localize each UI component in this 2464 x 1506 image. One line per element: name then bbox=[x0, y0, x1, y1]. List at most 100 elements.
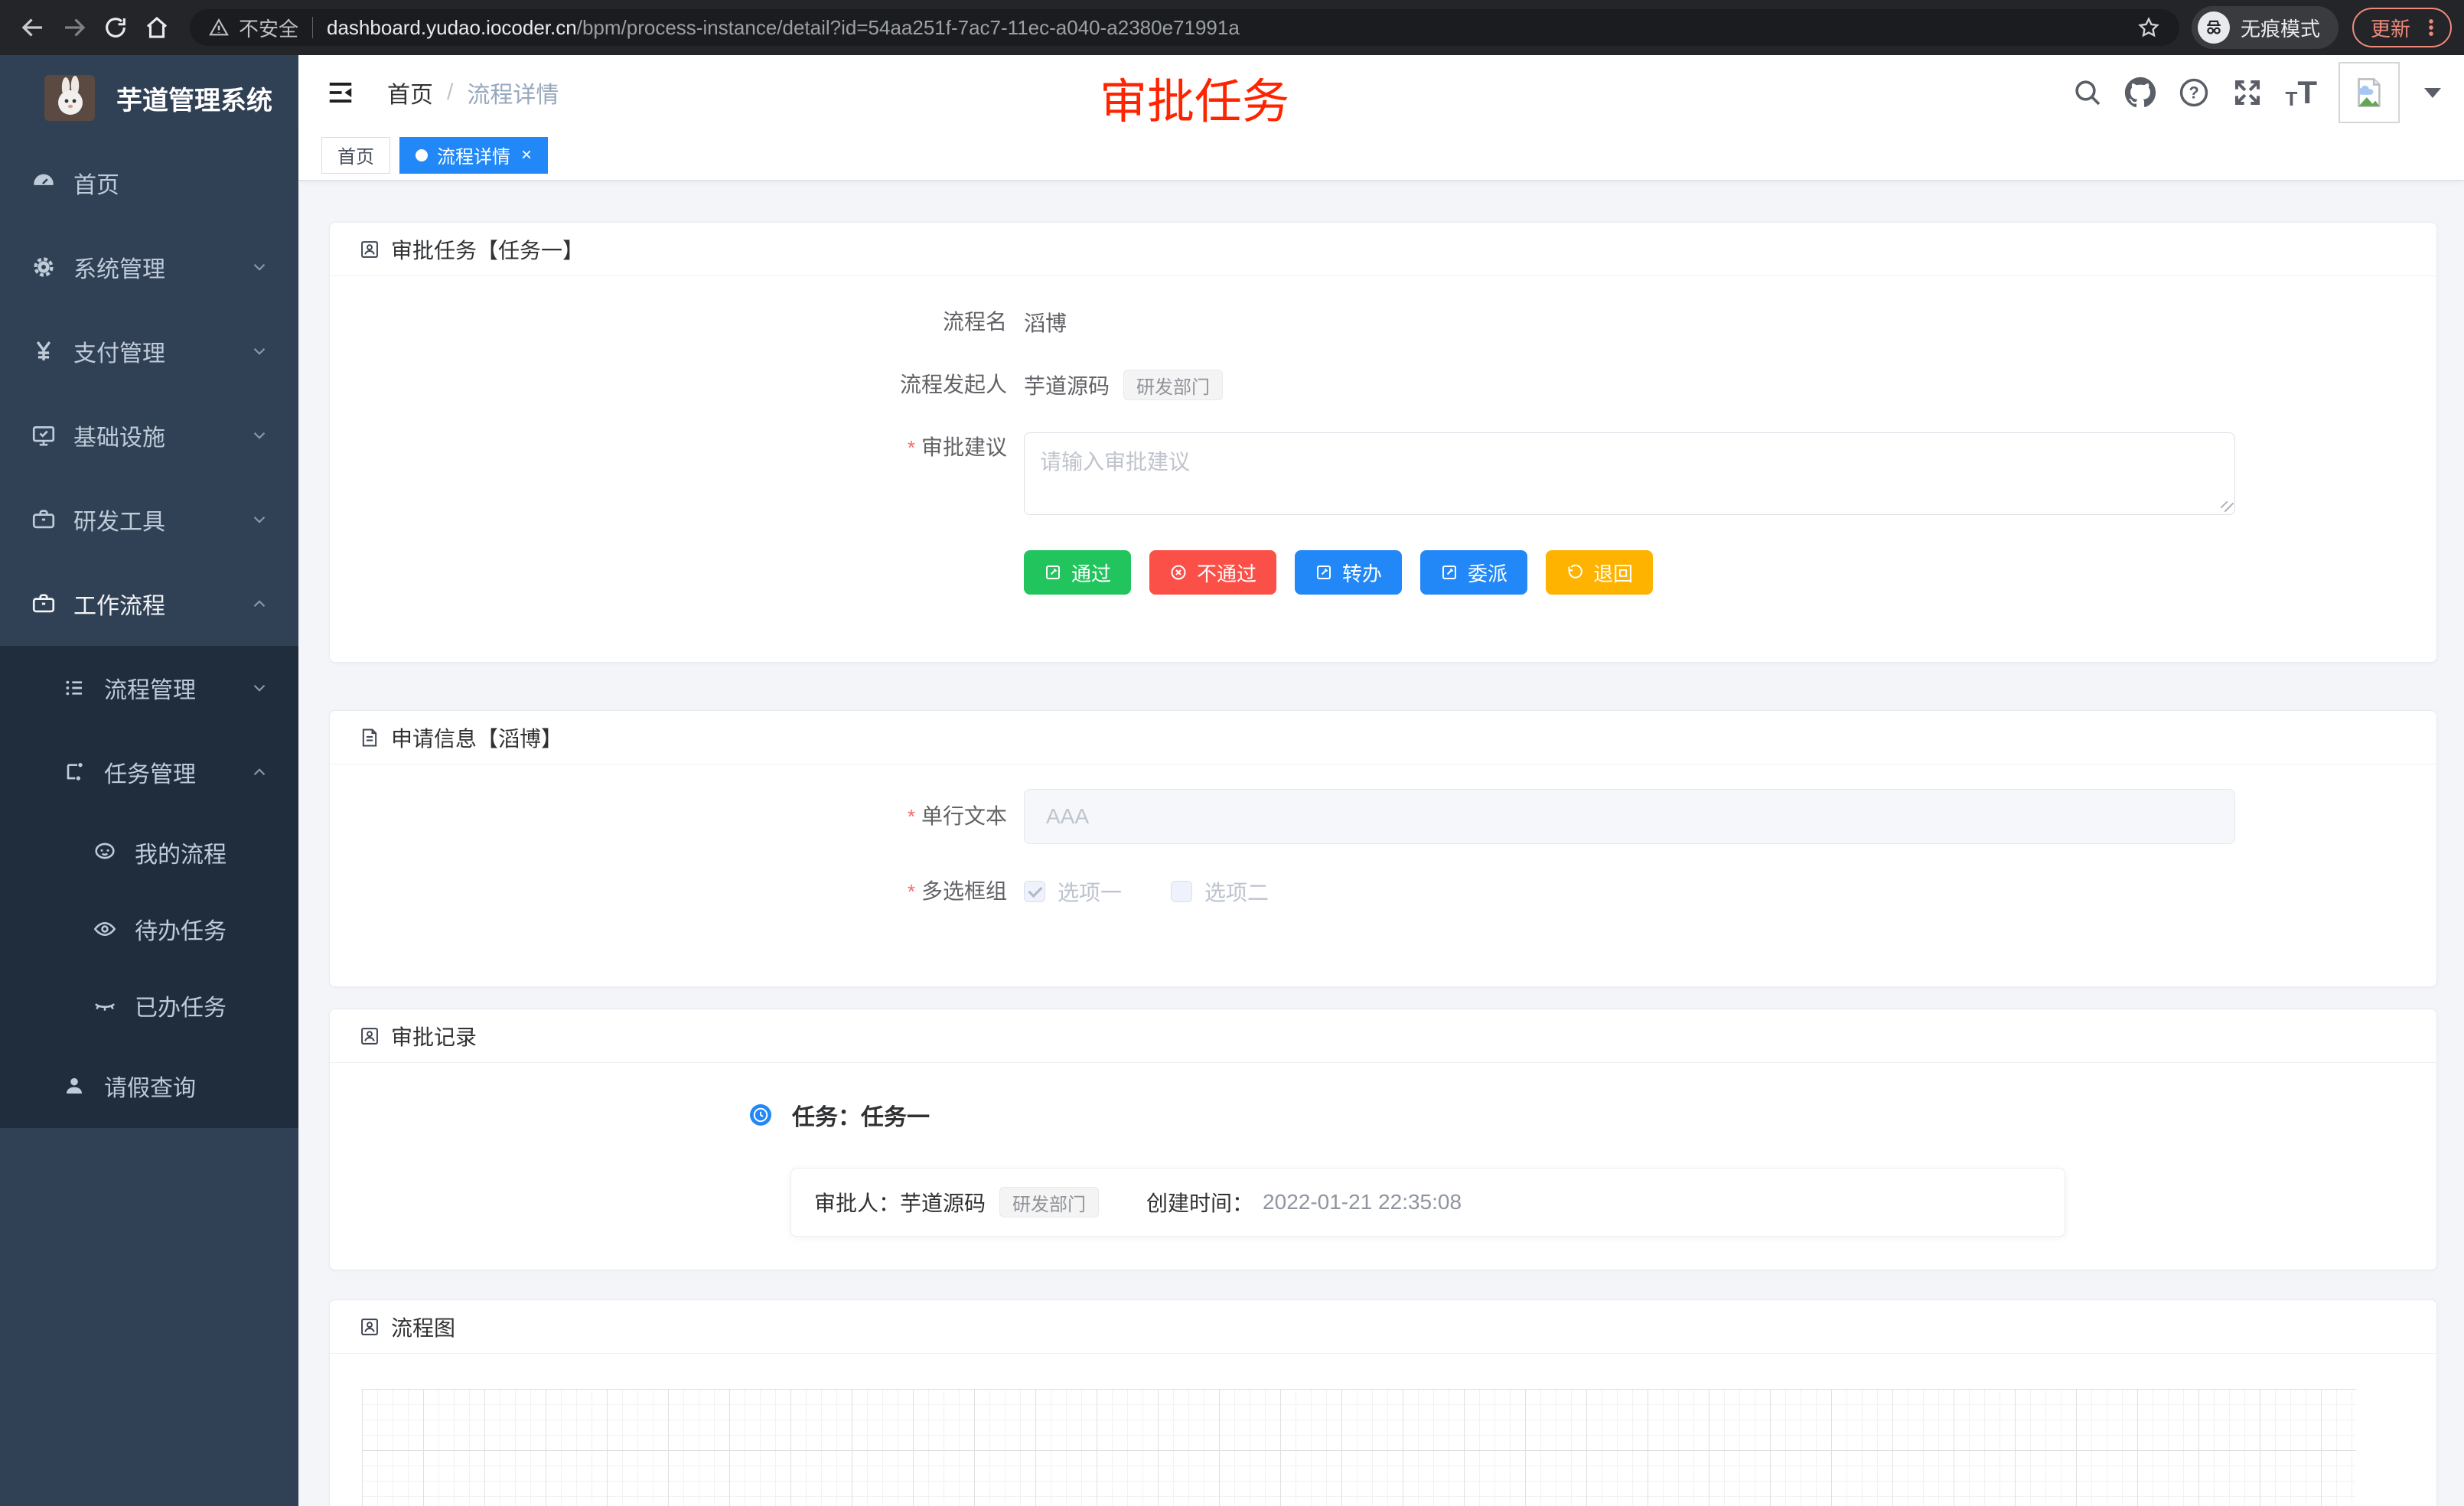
chevron-down-icon bbox=[249, 341, 269, 361]
sidebar-item-payment[interactable]: 支付管理 bbox=[0, 309, 298, 393]
browser-reload-button[interactable] bbox=[95, 7, 136, 48]
update-button[interactable]: 更新 bbox=[2352, 8, 2452, 47]
approve-actions: 通过 不通过 转办 委派 bbox=[330, 550, 2436, 595]
sidebar-item-label: 支付管理 bbox=[73, 334, 165, 368]
sidebar-item-done-tasks[interactable]: 已办任务 bbox=[0, 967, 298, 1044]
broken-image-icon bbox=[2352, 75, 2387, 110]
sidebar-item-my-process[interactable]: 我的流程 bbox=[0, 814, 298, 891]
avatar-caret-icon[interactable] bbox=[2424, 88, 2441, 98]
sidebar-item-label: 待办任务 bbox=[135, 912, 227, 946]
sidebar: 芋道管理系统 首页 系统管理 支付管理 bbox=[0, 55, 298, 1506]
sidebar-item-todo-tasks[interactable]: 待办任务 bbox=[0, 891, 298, 967]
chevron-down-icon bbox=[249, 257, 269, 277]
process-diagram-card: 流程图 bbox=[329, 1299, 2437, 1506]
browser-home-button[interactable] bbox=[136, 7, 178, 48]
sidebar-item-system[interactable]: 系统管理 bbox=[0, 225, 298, 309]
bookmark-star-icon[interactable] bbox=[2136, 15, 2161, 40]
card-title: 流程图 bbox=[391, 1312, 455, 1342]
reject-button[interactable]: 不通过 bbox=[1149, 550, 1276, 595]
approve-task-card: 审批任务【任务一】 流程名 滔博 流程发起人 芋道源码 研发部门 bbox=[329, 222, 2437, 663]
close-icon[interactable]: × bbox=[521, 145, 532, 166]
sidebar-item-label: 我的流程 bbox=[135, 836, 227, 869]
created-label: 创建时间： bbox=[1146, 1187, 1253, 1218]
breadcrumb-current: 流程详情 bbox=[467, 76, 559, 109]
chevron-down-icon bbox=[249, 425, 269, 445]
single-line-label: *单行文本 bbox=[330, 801, 1007, 832]
toolbox-icon bbox=[31, 591, 57, 617]
tab-home[interactable]: 首页 bbox=[321, 137, 390, 174]
approve-card-header: 审批任务【任务一】 bbox=[330, 223, 2436, 276]
breadcrumb: 首页 / 流程详情 bbox=[387, 76, 559, 109]
sidebar-item-devtools[interactable]: 研发工具 bbox=[0, 478, 298, 562]
sidebar-item-label: 流程管理 bbox=[104, 671, 196, 705]
records-card-header: 审批记录 bbox=[330, 1009, 2436, 1063]
app-title: 芋道管理系统 bbox=[116, 80, 272, 117]
avatar[interactable] bbox=[2339, 62, 2400, 123]
url-path: /bpm/process-instance/detail?id=54aa251f… bbox=[577, 16, 2136, 40]
app-logo[interactable]: 芋道管理系统 bbox=[0, 55, 298, 141]
svg-text:?: ? bbox=[2189, 83, 2199, 103]
transfer-button[interactable]: 转办 bbox=[1295, 550, 1402, 595]
address-bar[interactable]: 不安全 dashboard.yudao.iocoder.cn /bpm/proc… bbox=[190, 9, 2179, 46]
logo-image bbox=[44, 75, 95, 121]
app-header: 首页 / 流程详情 审批任务 ? TT bbox=[298, 55, 2464, 130]
incognito-icon bbox=[2198, 11, 2230, 44]
approver-label: 审批人： bbox=[814, 1187, 900, 1218]
approver-value: 芋道源码 bbox=[900, 1187, 986, 1218]
apply-info-card: 申请信息【滔博】 *单行文本 *多选框组 bbox=[329, 710, 2437, 987]
sidebar-item-home[interactable]: 首页 bbox=[0, 141, 298, 225]
created-time: 2022-01-21 22:35:08 bbox=[1263, 1190, 1462, 1214]
tags-view-bar: 首页 流程详情 × bbox=[298, 130, 2464, 181]
checkbox-option: 选项二 bbox=[1171, 876, 1269, 907]
single-line-input bbox=[1024, 789, 2235, 844]
search-icon[interactable] bbox=[2072, 77, 2103, 108]
circle-close-icon bbox=[1169, 563, 1188, 582]
suggestion-textarea[interactable] bbox=[1024, 432, 2235, 515]
active-tab-dot bbox=[416, 149, 428, 161]
browser-back-button[interactable] bbox=[12, 7, 54, 48]
checkbox-box bbox=[1024, 881, 1045, 902]
sidebar-item-task-mgmt[interactable]: 任务管理 bbox=[0, 730, 298, 814]
audit-icon bbox=[359, 239, 380, 260]
task-title: 任务：任务一 bbox=[792, 1098, 930, 1132]
sidebar-item-leave-query[interactable]: 请假查询 bbox=[0, 1044, 298, 1128]
github-icon[interactable] bbox=[2124, 77, 2156, 109]
timeline-clock-icon bbox=[749, 1103, 772, 1126]
chevron-down-icon bbox=[249, 678, 269, 698]
dept-tag: 研发部门 bbox=[999, 1187, 1099, 1218]
kebab-menu-icon[interactable] bbox=[2420, 16, 2443, 39]
tab-process-detail[interactable]: 流程详情 × bbox=[399, 137, 548, 174]
monitor-icon bbox=[31, 422, 57, 448]
sidebar-toggle-icon[interactable] bbox=[314, 78, 367, 107]
diagram-card-header: 流程图 bbox=[330, 1300, 2436, 1354]
dept-tag: 研发部门 bbox=[1123, 370, 1223, 400]
url-divider bbox=[312, 17, 313, 38]
browser-chrome: 不安全 dashboard.yudao.iocoder.cn /bpm/proc… bbox=[0, 0, 2464, 55]
bpmn-canvas[interactable] bbox=[362, 1389, 2356, 1506]
return-button[interactable]: 退回 bbox=[1546, 550, 1653, 595]
checkbox-group-label: *多选框组 bbox=[330, 876, 1007, 907]
sidebar-item-label: 已办任务 bbox=[135, 989, 227, 1022]
sidebar-item-workflow[interactable]: 工作流程 bbox=[0, 562, 298, 646]
initiator-value: 芋道源码 bbox=[1024, 370, 1110, 400]
sidebar-menu: 首页 系统管理 支付管理 基础设施 bbox=[0, 141, 298, 1128]
approve-button[interactable]: 通过 bbox=[1024, 550, 1131, 595]
workflow-submenu: 流程管理 任务管理 我的流程 bbox=[0, 646, 298, 1128]
audit-icon bbox=[359, 1025, 380, 1047]
face-icon bbox=[92, 840, 118, 865]
font-size-icon[interactable]: TT bbox=[2285, 77, 2317, 109]
fullscreen-icon[interactable] bbox=[2231, 77, 2264, 109]
required-asterisk: * bbox=[908, 880, 915, 903]
update-label[interactable]: 更新 bbox=[2371, 14, 2410, 42]
sidebar-item-label: 研发工具 bbox=[73, 503, 165, 536]
sidebar-item-label: 系统管理 bbox=[73, 250, 165, 284]
sidebar-item-label: 基础设施 bbox=[73, 419, 165, 452]
browser-forward-button[interactable] bbox=[54, 7, 95, 48]
edit-icon bbox=[1315, 563, 1333, 582]
breadcrumb-home[interactable]: 首页 bbox=[387, 76, 433, 109]
delegate-button[interactable]: 委派 bbox=[1420, 550, 1527, 595]
sidebar-item-process-mgmt[interactable]: 流程管理 bbox=[0, 646, 298, 730]
incognito-label: 无痕模式 bbox=[2241, 14, 2320, 42]
help-icon[interactable]: ? bbox=[2178, 77, 2210, 109]
sidebar-item-infra[interactable]: 基础设施 bbox=[0, 393, 298, 478]
